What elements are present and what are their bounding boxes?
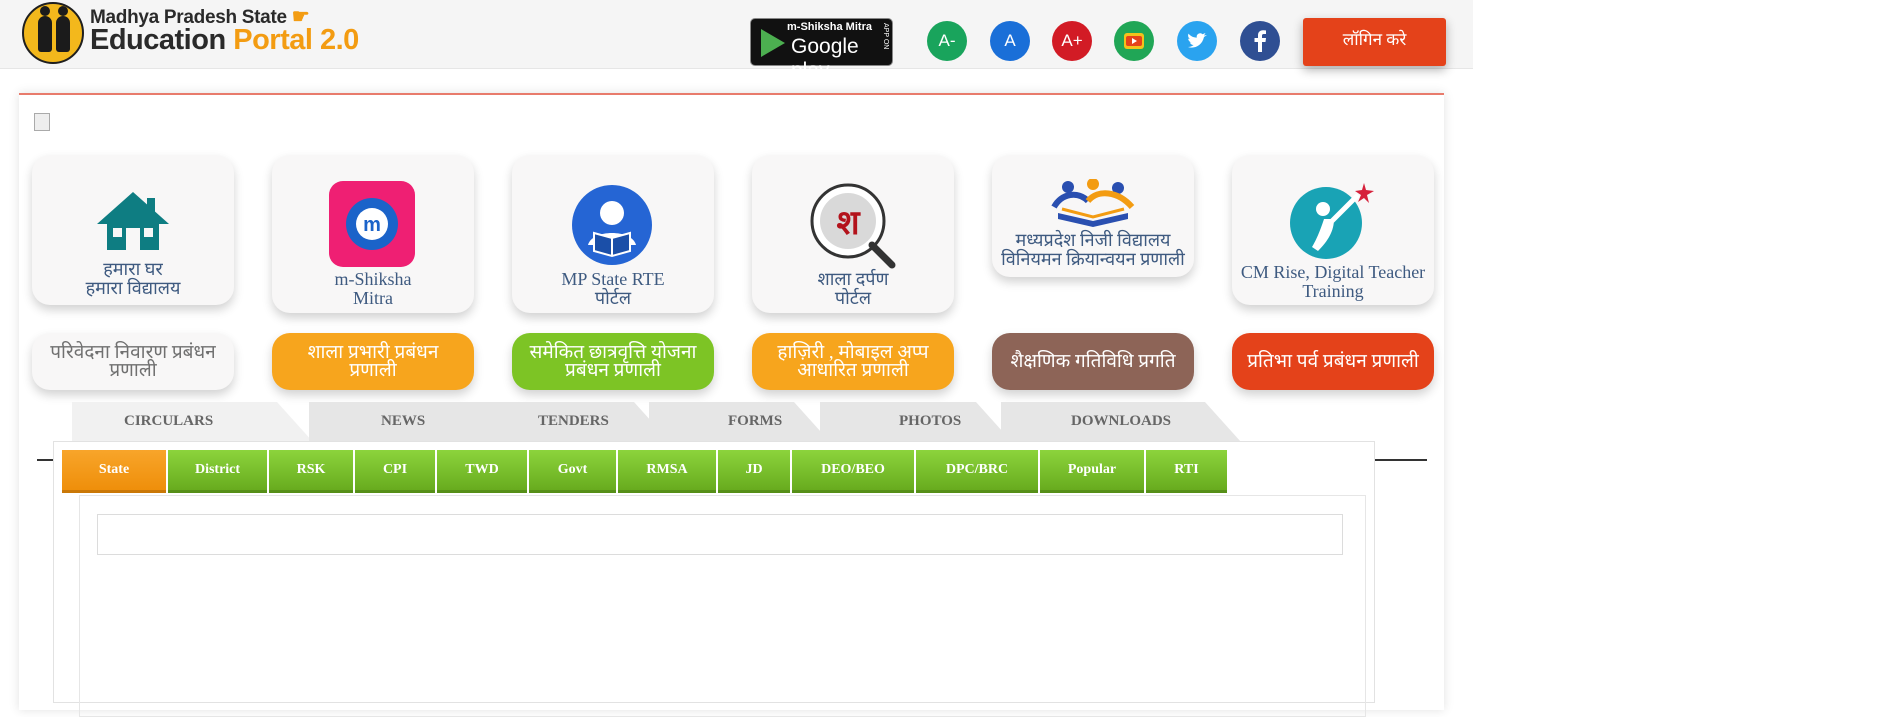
subtab-dpc-brc[interactable]: DPC/BRC <box>916 450 1038 493</box>
subtab-popular[interactable]: Popular <box>1040 450 1144 493</box>
facebook-icon[interactable] <box>1240 21 1280 61</box>
subtab-jd[interactable]: JD <box>718 450 790 493</box>
list-container <box>97 514 1343 555</box>
pill-shala-prabhari[interactable]: शाला प्रभारी प्रबंधन प्रणाली <box>272 333 474 390</box>
card-label-line1: हमारा घर <box>103 259 163 279</box>
card-m-shiksha-mitra[interactable]: m m-Shiksha Mitra <box>272 155 474 313</box>
card-label-line2: हमारा विद्यालय <box>85 278 181 298</box>
tab-content-panel: State District RSK CPI TWD Govt RMSA JD DEO/BEO D… <box>53 441 1375 717</box>
subtab-cpi[interactable]: CPI <box>355 450 435 493</box>
tab-label: DOWNLOADS <box>1071 413 1172 429</box>
subtab-twd[interactable]: TWD <box>437 450 527 493</box>
badge-app-name: m-Shiksha Mitra <box>787 21 872 33</box>
card-label-line2: पोर्टल <box>594 288 632 308</box>
education-portal-logo[interactable] <box>22 2 84 64</box>
font-normal-button[interactable]: A <box>990 21 1030 61</box>
pill-label: हाज़िरी , मोबाइल अप्प आधारित प्रणाली <box>777 341 929 381</box>
subtab-rmsa[interactable]: RMSA <box>618 450 716 493</box>
subtab-rti[interactable]: RTI <box>1146 450 1227 493</box>
pill-attendance-app[interactable]: हाज़िरी , मोबाइल अप्प आधारित प्रणाली <box>752 333 954 390</box>
subtab-district[interactable]: District <box>168 450 267 493</box>
child-figure-icon <box>56 6 70 52</box>
reader-icon <box>572 185 652 265</box>
pill-academic-progress[interactable]: शैक्षणिक गतिविधि प्रगति <box>992 333 1194 390</box>
card-rte-portal[interactable]: MP State RTE पोर्टल <box>512 155 714 313</box>
card-label-line1: शाला दर्पण <box>817 269 889 289</box>
card-label-line1: m-Shiksha <box>334 269 412 289</box>
pill-scholarship[interactable]: समेकित छात्रवृत्ति योजना प्रबंधन प्रणाली <box>512 333 714 390</box>
svg-text:श: श <box>836 203 861 243</box>
brand-word-portal: Portal 2.0 <box>233 24 359 56</box>
twitter-icon[interactable] <box>1177 21 1217 61</box>
pill-label: प्रतिभा पर्व प्रबंधन प्रणाली <box>1247 350 1419 372</box>
card-label-line2: विनियमन क्रियान्वयन प्रणाली <box>1001 249 1185 269</box>
shala-darpan-icon: श <box>810 183 896 269</box>
badge-app-on: APP ON <box>882 23 889 50</box>
tab-downloads[interactable]: DOWNLOADS <box>1001 402 1241 442</box>
content-tabs: CIRCULARS NEWS TENDERS FORMS PHOTOS DOWN… <box>53 402 1373 442</box>
youtube-icon[interactable] <box>1114 21 1154 61</box>
svg-text:m: m <box>363 214 381 236</box>
tab-forms[interactable]: FORMS <box>649 402 830 442</box>
card-niji-vidyalaya[interactable]: मध्यप्रदेश निजी विद्यालय विनियमन क्रियान… <box>992 155 1194 277</box>
font-increase-button[interactable]: A+ <box>1052 21 1092 61</box>
subtab-rsk[interactable]: RSK <box>269 450 353 493</box>
pill-pratibha-parv[interactable]: प्रतिभा पर्व प्रबंधन प्रणाली <box>1232 333 1434 390</box>
tab-circulars[interactable]: CIRCULARS <box>72 402 313 442</box>
subtab-state[interactable]: State <box>62 450 166 493</box>
card-label-line2: पोर्टल <box>834 288 872 308</box>
m-shiksha-mitra-icon: m <box>329 181 415 267</box>
google-play-icon <box>761 29 785 57</box>
pill-label: शाला प्रभारी प्रबंधन प्रणाली <box>307 341 439 381</box>
broken-image-icon <box>34 113 50 131</box>
brand-title-line2: Education Portal 2.0 <box>90 24 359 57</box>
tab-label: NEWS <box>381 413 426 429</box>
card-label-line1: मध्यप्रदेश निजी विद्यालय <box>1015 230 1171 250</box>
pill-label: समेकित छात्रवृत्ति योजना प्रबंधन प्रणाली <box>529 341 697 381</box>
card-label-line2: Training <box>1302 281 1364 301</box>
child-figure-icon <box>38 6 52 52</box>
subtab-deo-beo[interactable]: DEO/BEO <box>792 450 914 493</box>
google-play-badge[interactable]: m-Shiksha Mitra Google play APP ON <box>750 18 893 82</box>
tab-label: CIRCULARS <box>124 413 214 429</box>
house-icon <box>97 192 169 250</box>
login-button[interactable]: लॉगिन करे <box>1303 18 1446 66</box>
header: Madhya Pradesh State ☛ Education Portal … <box>0 0 1473 82</box>
card-label-line1: MP State RTE <box>561 269 665 289</box>
brand-word-education: Education <box>90 24 226 56</box>
card-label-line1: CM Rise, Digital Teacher <box>1240 262 1426 282</box>
card-label-line2: Mitra <box>353 288 393 308</box>
pill-grievance-redressal[interactable]: परिवेदना निवारण प्रबंधन प्रणाली <box>32 333 234 390</box>
card-hamara-ghar[interactable]: हमारा घर हमारा विद्यालय <box>32 155 234 305</box>
tab-label: PHOTOS <box>899 413 962 429</box>
pill-label: शैक्षणिक गतिविधि प्रगति <box>1010 350 1176 372</box>
card-shala-darpan[interactable]: श शाला दर्पण पोर्टल <box>752 155 954 313</box>
school-books-icon <box>1051 179 1135 227</box>
cm-rise-icon <box>1290 183 1374 259</box>
tab-tenders[interactable]: TENDERS <box>468 402 670 442</box>
subtab-govt[interactable]: Govt <box>529 450 616 493</box>
card-cm-rise[interactable]: CM Rise, Digital Teacher Training <box>1232 155 1434 305</box>
tab-news[interactable]: NEWS <box>309 402 505 442</box>
pill-label: परिवेदना निवारण प्रबंधन प्रणाली <box>50 341 216 381</box>
font-decrease-button[interactable]: A- <box>927 21 967 61</box>
badge-store-name: Google play <box>791 35 859 82</box>
tab-label: FORMS <box>728 413 783 429</box>
tab-photos[interactable]: PHOTOS <box>820 402 1012 442</box>
tab-label: TENDERS <box>538 413 609 429</box>
list-panel <box>79 495 1366 717</box>
